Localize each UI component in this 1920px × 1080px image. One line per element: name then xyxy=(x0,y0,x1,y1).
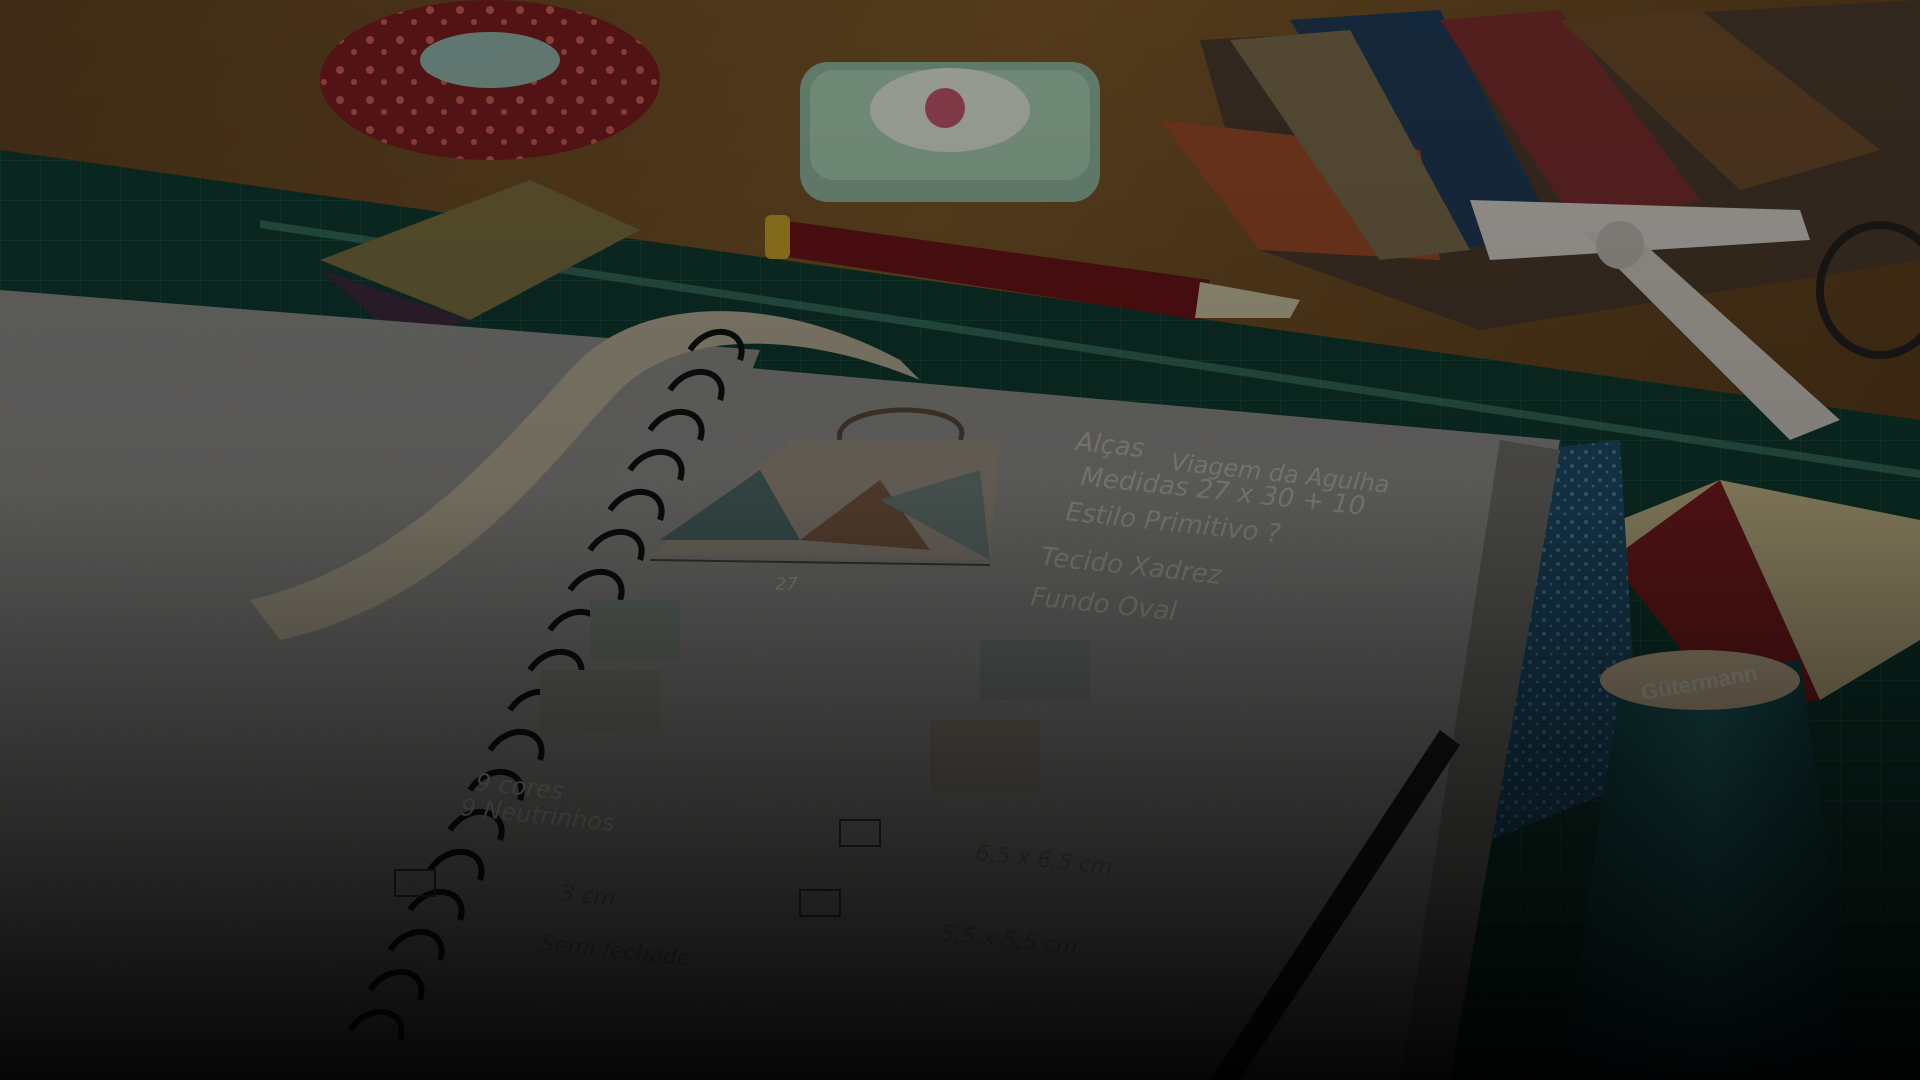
craft-table-photo: Gütermann Alças Viagem da Agulha Medidas… xyxy=(0,0,1920,1080)
photo-canvas: Gütermann Alças Viagem da Agulha Medidas… xyxy=(0,0,1920,1080)
mint-tin xyxy=(800,62,1100,202)
pincushion xyxy=(320,0,660,160)
note-width-label: 27 xyxy=(775,574,798,595)
